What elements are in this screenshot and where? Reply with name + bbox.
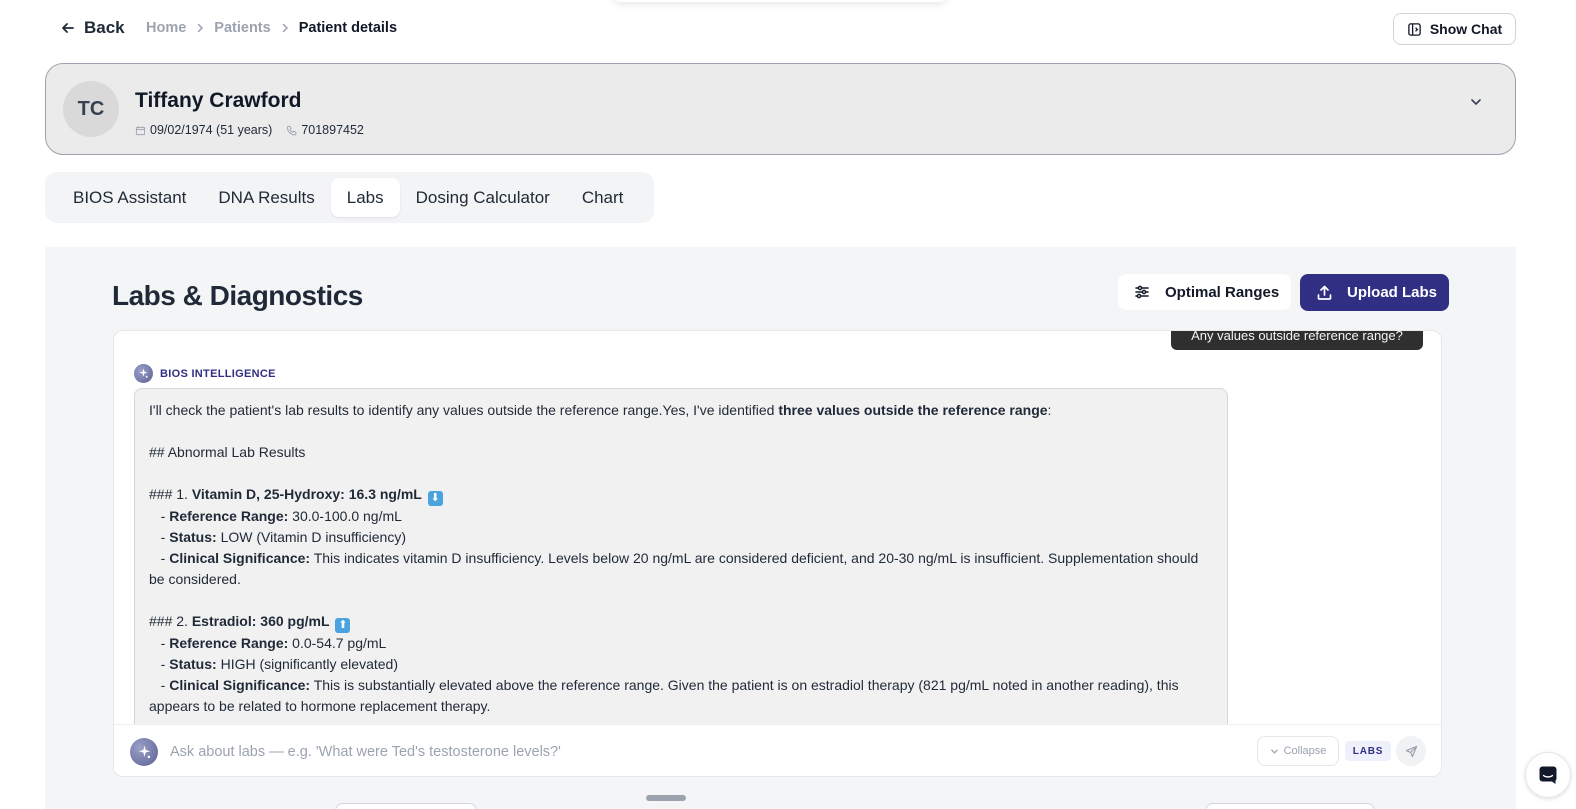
tab-dna-results[interactable]: DNA Results bbox=[202, 178, 330, 217]
page-title: Labs & Diagnostics bbox=[112, 280, 363, 311]
breadcrumb-patients[interactable]: Patients bbox=[214, 20, 270, 36]
show-chat-button[interactable]: Show Chat bbox=[1393, 13, 1516, 45]
ai-label: BIOS INTELLIGENCE bbox=[134, 364, 276, 383]
panel-icon bbox=[1408, 22, 1421, 36]
chat-bubble-icon bbox=[1539, 766, 1557, 784]
top-bar: Back Home Patients Patient details Show … bbox=[0, 0, 1576, 58]
patient-name: Tiffany Crawford bbox=[135, 89, 302, 112]
arrow-up-icon: ⬆ bbox=[335, 618, 351, 633]
top-floating-shadow bbox=[612, 0, 948, 2]
context-badge: LABS bbox=[1345, 741, 1391, 761]
support-chat-button[interactable] bbox=[1525, 752, 1571, 798]
upload-icon bbox=[1317, 285, 1332, 300]
result-2-status: - Status: HIGH (significantly elevated) bbox=[149, 656, 398, 672]
back-label: Back bbox=[84, 18, 125, 37]
patient-meta: 09/02/1974 (51 years) 701897452 bbox=[135, 123, 364, 137]
patient-phone-text: 701897452 bbox=[301, 123, 364, 137]
chat-panel: Any values outside reference range? BIOS… bbox=[113, 330, 1442, 777]
tab-bios-assistant[interactable]: BIOS Assistant bbox=[57, 178, 202, 217]
ai-response: I'll check the patient's lab results to … bbox=[134, 388, 1228, 748]
arrow-down-icon: ⬇ bbox=[427, 491, 443, 506]
phone-icon bbox=[287, 125, 297, 135]
arrow-left-icon bbox=[62, 23, 74, 33]
tab-bar: BIOS Assistant DNA Results Labs Dosing C… bbox=[45, 172, 654, 223]
send-icon bbox=[1405, 745, 1417, 757]
tab-labs[interactable]: Labs bbox=[330, 178, 400, 217]
sliders-icon bbox=[1135, 285, 1149, 299]
result-2-range: - Reference Range: 0.0-54.7 pg/mL bbox=[149, 635, 387, 651]
chevron-right-icon bbox=[271, 23, 299, 33]
avatar: TC bbox=[63, 81, 119, 137]
response-heading: ## Abnormal Lab Results bbox=[149, 444, 306, 460]
patient-dob: 09/02/1974 (51 years) bbox=[135, 123, 272, 137]
result-2-title: ### 2. Estradiol: 360 pg/mL ⬆ bbox=[149, 611, 1213, 633]
ask-labs-input[interactable] bbox=[170, 739, 1240, 765]
drag-handle[interactable] bbox=[646, 795, 686, 801]
back-button[interactable]: Back bbox=[60, 18, 125, 38]
calendar-icon bbox=[135, 125, 146, 135]
patient-phone: 701897452 bbox=[286, 123, 364, 137]
optimal-ranges-label: Optimal Ranges bbox=[1165, 283, 1280, 301]
patient-dob-text: 09/02/1974 (51 years) bbox=[150, 123, 273, 137]
optimal-ranges-button[interactable]: Optimal Ranges bbox=[1118, 274, 1291, 310]
result-1-status: - Status: LOW (Vitamin D insufficiency) bbox=[149, 529, 407, 545]
user-message-bubble: Any values outside reference range? bbox=[1171, 331, 1423, 350]
sparkle-icon bbox=[134, 364, 153, 383]
ai-label-text: BIOS INTELLIGENCE bbox=[160, 367, 276, 380]
chevron-down-icon bbox=[1270, 749, 1278, 754]
result-1-title: ### 1. Vitamin D, 25-Hydroxy: 16.3 ng/mL… bbox=[149, 484, 1213, 506]
chat-input-bar: Collapse LABS bbox=[114, 724, 1441, 776]
patient-card: TC Tiffany Crawford 09/02/1974 (51 years… bbox=[45, 63, 1516, 155]
labs-panel: Labs & Diagnostics Optimal Ranges Upload… bbox=[45, 247, 1516, 809]
chevron-down-icon[interactable] bbox=[1468, 94, 1484, 110]
chevron-right-icon bbox=[186, 23, 214, 33]
result-1-range: - Reference Range: 30.0-100.0 ng/mL bbox=[149, 508, 402, 524]
upload-labs-label: Upload Labs bbox=[1347, 284, 1438, 301]
send-button[interactable] bbox=[1396, 736, 1426, 766]
response-intro: I'll check the patient's lab results to … bbox=[149, 402, 1052, 418]
result-1-significance: - Clinical Significance: This indicates … bbox=[149, 550, 1199, 587]
tab-dosing-calculator[interactable]: Dosing Calculator bbox=[400, 178, 566, 217]
collapse-label: Collapse bbox=[1283, 745, 1327, 757]
tab-chart[interactable]: Chart bbox=[566, 178, 640, 217]
breadcrumb-patient-details: Patient details bbox=[298, 20, 398, 36]
breadcrumb: Home Patients Patient details bbox=[146, 20, 397, 36]
breadcrumb-home[interactable]: Home bbox=[146, 20, 186, 36]
upload-labs-button[interactable]: Upload Labs bbox=[1300, 274, 1449, 311]
peek-card-right bbox=[1205, 803, 1375, 809]
show-chat-label: Show Chat bbox=[1429, 21, 1503, 37]
result-2-significance: - Clinical Significance: This is substan… bbox=[149, 677, 1179, 714]
sparkle-icon bbox=[130, 738, 158, 766]
peek-card-left bbox=[335, 803, 477, 809]
collapse-button[interactable]: Collapse bbox=[1257, 736, 1339, 766]
